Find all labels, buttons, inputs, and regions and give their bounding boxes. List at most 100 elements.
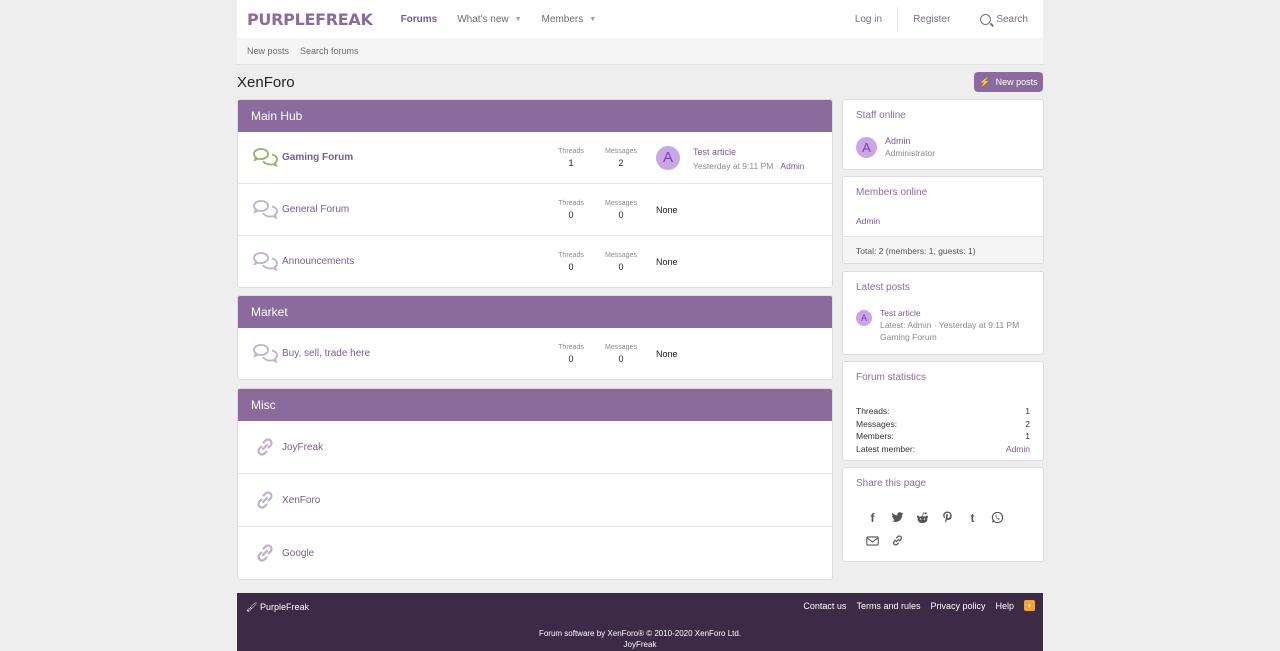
widget-latest-posts: Latest posts A Test article Latest: Admi… <box>842 271 1044 355</box>
latest-post-title[interactable]: Test article <box>880 308 1019 318</box>
style-credit: JoyFreak <box>623 640 657 649</box>
widget-title[interactable]: Staff online <box>843 100 1043 132</box>
stat-value: 0 <box>618 209 624 220</box>
widget-title[interactable]: Members online <box>843 177 1043 209</box>
login-link[interactable]: Log in <box>840 0 897 38</box>
category-main-hub: Main Hub Gaming Forum Threads 1 Messages… <box>237 99 833 288</box>
last-post-meta: Yesterday at 9:11 PM · Admin <box>693 161 805 171</box>
rss-icon[interactable]: ◗ <box>1024 600 1035 611</box>
facebook-icon[interactable]: f <box>860 506 885 529</box>
paint-brush-icon: 🖌 <box>246 602 258 612</box>
threads-stat: Threads 0 <box>546 200 596 220</box>
forum-unread-icon <box>250 147 280 168</box>
contact-us-link[interactable]: Contact us <box>803 601 846 611</box>
nav-tab-whats-new[interactable]: What's new ▼ <box>447 0 531 38</box>
node-gaming-forum: Gaming Forum Threads 1 Messages 2 A Test… <box>238 132 832 184</box>
link-icon <box>250 489 280 511</box>
link-icon[interactable] <box>885 529 910 552</box>
stat-value: 2 <box>618 157 624 168</box>
avatar[interactable]: A <box>856 136 877 158</box>
register-link[interactable]: Register <box>898 0 965 38</box>
email-icon[interactable] <box>860 529 885 552</box>
last-post-title[interactable]: Test article <box>693 147 736 157</box>
share-buttons: f t <box>843 500 1043 552</box>
forum-title[interactable]: Gaming Forum <box>282 152 353 163</box>
forum-title[interactable]: Buy, sell, trade here <box>282 348 370 359</box>
last-post-none: None <box>656 256 678 267</box>
member-link[interactable]: Admin <box>843 209 1043 236</box>
widget-title[interactable]: Share this page <box>843 468 1043 500</box>
reddit-icon[interactable] <box>910 506 935 529</box>
stat-value: 2 <box>1025 418 1030 429</box>
whatsapp-icon[interactable] <box>985 506 1010 529</box>
avatar[interactable]: A <box>856 310 872 326</box>
forum-read-icon <box>250 343 280 364</box>
stat-value: 1 <box>1025 406 1030 416</box>
latest-post-meta[interactable]: Latest: Admin · Yesterday at 9:11 PM <box>880 320 1019 330</box>
latest-post-forum[interactable]: Gaming Forum <box>880 332 1019 342</box>
stat-label: Latest member: <box>856 444 916 455</box>
nav-tab-forums[interactable]: Forums <box>391 0 448 38</box>
footer-brand-label: PurpleFreak <box>259 602 309 612</box>
category-title[interactable]: Market <box>238 296 832 328</box>
widget-title[interactable]: Latest posts <box>843 272 1043 304</box>
last-post-user[interactable]: Admin <box>780 161 804 171</box>
messages-stat: Messages 0 <box>596 200 646 220</box>
chevron-down-icon[interactable]: ▼ <box>515 16 522 23</box>
stat-label: Threads: <box>856 406 890 416</box>
terms-link[interactable]: Terms and rules <box>856 601 920 611</box>
last-post: A Test article Yesterday at 9:11 PM · Ad… <box>656 144 805 171</box>
stat-label: Messages <box>605 147 637 155</box>
footer-brand[interactable]: 🖌 PurpleFreak <box>246 602 309 613</box>
link-title[interactable]: JoyFreak <box>282 442 323 453</box>
site-footer: 🖌 PurpleFreak Contact us Terms and rules… <box>237 593 1043 651</box>
last-post: None <box>656 349 678 359</box>
avatar[interactable]: A <box>656 145 680 170</box>
search-forums-link[interactable]: Search forums <box>300 46 359 56</box>
link-title[interactable]: XenForo <box>282 495 320 506</box>
main-nav: Forums What's new ▼ Members ▼ <box>391 0 607 38</box>
last-post: None <box>656 205 678 215</box>
new-posts-button[interactable]: ⚡ New posts <box>974 72 1043 92</box>
last-post-time[interactable]: Yesterday at 9:11 PM · <box>693 161 780 171</box>
nav-tab-members[interactable]: Members ▼ <box>532 0 607 38</box>
nav-tab-label: Forums <box>400 13 438 25</box>
new-posts-link[interactable]: New posts <box>247 46 289 56</box>
chevron-down-icon[interactable]: ▼ <box>589 16 596 23</box>
forum-read-icon <box>250 199 280 220</box>
last-post-none: None <box>656 348 678 359</box>
link-icon <box>250 542 280 564</box>
twitter-icon[interactable] <box>885 506 910 529</box>
search-link[interactable]: Search <box>965 0 1043 38</box>
threads-stat: Threads 0 <box>546 252 596 272</box>
stat-value: 0 <box>618 261 624 272</box>
forum-title[interactable]: Announcements <box>282 256 354 267</box>
pinterest-icon[interactable] <box>935 506 960 529</box>
site-logo[interactable]: PURPLEFREAK <box>247 10 373 29</box>
link-node-xenforo: XenForo <box>238 474 832 527</box>
messages-stat: Messages 0 <box>596 344 646 364</box>
copyright-text[interactable]: Forum software by XenForo® © 2010-2020 X… <box>237 628 1043 639</box>
stat-row-messages: Messages: 2 <box>856 419 1030 432</box>
latest-member-link[interactable]: Admin <box>1006 444 1030 457</box>
stat-label: Messages <box>605 199 637 207</box>
help-link[interactable]: Help <box>995 601 1014 611</box>
button-label: New posts <box>995 77 1038 87</box>
widget-title[interactable]: Forum statistics <box>843 362 1043 394</box>
stat-value: 0 <box>568 261 574 272</box>
link-node-joyfreak: JoyFreak <box>238 421 832 474</box>
link-title[interactable]: Google <box>282 548 314 559</box>
forum-title[interactable]: General Forum <box>282 204 349 215</box>
stat-label: Threads <box>558 147 584 155</box>
threads-stat: Threads 0 <box>546 344 596 364</box>
stat-row-threads: Threads: 1 <box>856 406 1030 419</box>
link-icon <box>250 436 280 458</box>
node-buy-sell-trade: Buy, sell, trade here Threads 0 Messages… <box>238 328 832 379</box>
staff-name[interactable]: Admin <box>885 136 935 146</box>
category-title[interactable]: Main Hub <box>238 100 832 132</box>
node-general-forum: General Forum Threads 0 Messages 0 None <box>238 184 832 236</box>
tumblr-icon[interactable]: t <box>960 506 985 529</box>
search-label: Search <box>996 13 1028 25</box>
privacy-link[interactable]: Privacy policy <box>930 601 985 611</box>
category-title[interactable]: Misc <box>238 389 832 421</box>
